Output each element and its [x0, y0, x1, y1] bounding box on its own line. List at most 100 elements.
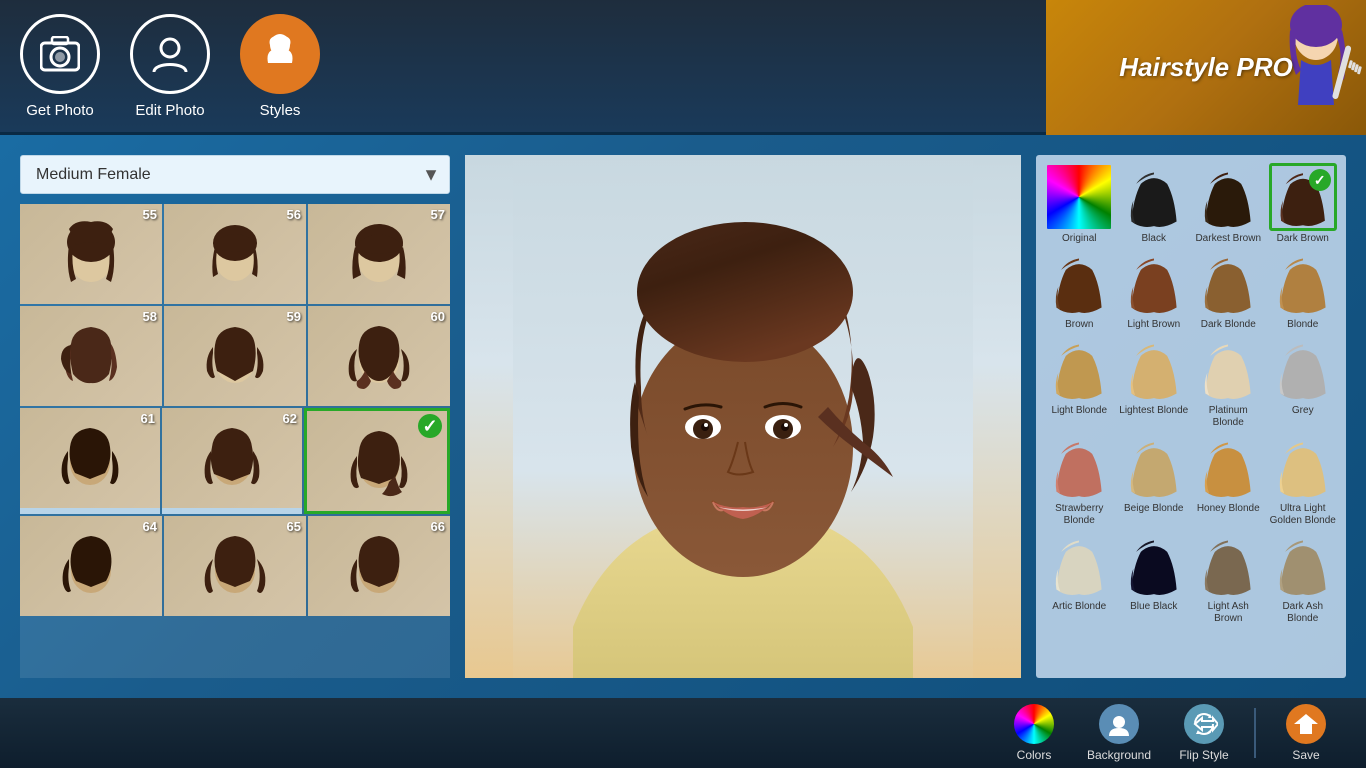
style-cell-57[interactable]: 57: [308, 204, 450, 304]
bottom-action-colors[interactable]: Colors: [994, 704, 1074, 762]
color-item-light-blonde[interactable]: Light Blonde: [1044, 335, 1115, 429]
style-cell-59[interactable]: 59: [164, 306, 306, 406]
color-swatch-original: [1045, 163, 1113, 231]
color-label-brown: Brown: [1065, 319, 1093, 331]
color-swatch-dark-ash-blonde: [1269, 531, 1337, 599]
app-title: Hairstyle PRO: [1119, 52, 1292, 83]
style-cell-62[interactable]: 62: [162, 408, 302, 514]
color-swatch-brown: [1045, 249, 1113, 317]
bottom-action-save[interactable]: Save: [1266, 704, 1346, 762]
style-row-2: 58 59: [20, 306, 450, 406]
color-item-original[interactable]: Original: [1044, 163, 1115, 245]
top-bar: Get Photo Edit Photo Styles: [0, 0, 1366, 135]
color-swatch-beige-blonde: [1120, 433, 1188, 501]
bottom-bar: Colors Background Flip Style: [0, 698, 1366, 768]
color-swatch-dark-blonde: [1194, 249, 1262, 317]
color-label-dark-ash-blonde: Dark Ash Blonde: [1268, 601, 1339, 625]
save-label: Save: [1292, 748, 1319, 762]
color-item-dark-blonde[interactable]: Dark Blonde: [1193, 249, 1264, 331]
style-cell-65[interactable]: 65: [164, 516, 306, 616]
color-item-platinum-blonde[interactable]: Platinum Blonde: [1193, 335, 1264, 429]
get-photo-icon: [20, 14, 100, 94]
color-item-blue-black[interactable]: Blue Black: [1119, 531, 1190, 625]
reset-swatch: [1047, 165, 1111, 229]
color-item-dark-ash-blonde[interactable]: Dark Ash Blonde: [1268, 531, 1339, 625]
color-item-light-brown[interactable]: Light Brown: [1119, 249, 1190, 331]
style-selected-check: ✓: [418, 414, 442, 438]
background-icon: [1099, 704, 1139, 744]
color-swatch-blonde: [1269, 249, 1337, 317]
color-item-beige-blonde[interactable]: Beige Blonde: [1119, 433, 1190, 527]
color-label-grey: Grey: [1292, 405, 1314, 417]
style-cell-63[interactable]: ✓: [304, 408, 450, 514]
color-label-strawberry-blonde: Strawberry Blonde: [1044, 503, 1115, 527]
style-cell-66[interactable]: 66: [308, 516, 450, 616]
color-item-grey[interactable]: Grey: [1268, 335, 1339, 429]
save-icon: [1286, 704, 1326, 744]
color-label-blonde: Blonde: [1287, 319, 1318, 331]
color-swatch-darkest-brown: [1194, 163, 1262, 231]
color-swatch-artic-blonde: [1045, 531, 1113, 599]
color-item-ultra-light-golden-blonde[interactable]: Ultra Light Golden Blonde: [1268, 433, 1339, 527]
edit-photo-label: Edit Photo: [135, 102, 204, 119]
nav-styles[interactable]: Styles: [240, 14, 320, 119]
color-item-dark-brown[interactable]: ✓ Dark Brown: [1268, 163, 1339, 245]
color-swatch-platinum-blonde: [1194, 335, 1262, 403]
color-label-honey-blonde: Honey Blonde: [1197, 503, 1260, 515]
nav-edit-photo[interactable]: Edit Photo: [130, 14, 210, 119]
style-row-1: 55 56: [20, 204, 450, 304]
color-item-lightest-blonde[interactable]: Lightest Blonde: [1119, 335, 1190, 429]
colors-icon: [1014, 704, 1054, 744]
preview-image: [465, 155, 1021, 678]
styles-label: Styles: [260, 102, 301, 119]
color-swatch-light-ash-brown: [1194, 531, 1262, 599]
color-item-honey-blonde[interactable]: Honey Blonde: [1193, 433, 1264, 527]
style-row-3: 61 62: [20, 408, 450, 514]
color-swatch-grey: [1269, 335, 1337, 403]
color-swatch-blue-black: [1120, 531, 1188, 599]
style-grid: 55 56: [20, 204, 450, 678]
background-label: Background: [1087, 748, 1151, 762]
color-label-beige-blonde: Beige Blonde: [1124, 503, 1184, 515]
flip-style-icon: [1184, 704, 1224, 744]
color-label-black: Black: [1142, 233, 1166, 245]
color-item-darkest-brown[interactable]: Darkest Brown: [1193, 163, 1264, 245]
style-cell-61[interactable]: 61: [20, 408, 160, 514]
get-photo-label: Get Photo: [26, 102, 94, 119]
left-panel: Medium Female Short Female Long Female S…: [20, 155, 450, 678]
color-swatch-ultra-light-golden-blonde: [1269, 433, 1337, 501]
color-label-light-brown: Light Brown: [1127, 319, 1180, 331]
bottom-action-background[interactable]: Background: [1079, 704, 1159, 762]
style-cell-55[interactable]: 55: [20, 204, 162, 304]
color-label-original: Original: [1062, 233, 1096, 245]
style-cell-60[interactable]: 60: [308, 306, 450, 406]
bottom-divider: [1254, 708, 1256, 758]
color-swatch-light-brown: [1120, 249, 1188, 317]
style-cell-56[interactable]: 56: [164, 204, 306, 304]
color-item-artic-blonde[interactable]: Artic Blonde: [1044, 531, 1115, 625]
color-swatch-honey-blonde: [1194, 433, 1262, 501]
nav-get-photo[interactable]: Get Photo: [20, 14, 100, 119]
color-item-strawberry-blonde[interactable]: Strawberry Blonde: [1044, 433, 1115, 527]
styles-icon: [240, 14, 320, 94]
style-row-4: 64 65: [20, 516, 450, 616]
color-swatch-black: [1120, 163, 1188, 231]
color-label-light-blonde: Light Blonde: [1051, 405, 1107, 417]
color-grid: Original Black: [1044, 163, 1338, 625]
dark-brown-check: ✓: [1309, 169, 1331, 191]
style-category-select[interactable]: Medium Female Short Female Long Female S…: [20, 155, 450, 194]
style-cell-64[interactable]: 64: [20, 516, 162, 616]
style-cell-58[interactable]: 58: [20, 306, 162, 406]
bottom-action-flip-style[interactable]: Flip Style: [1164, 704, 1244, 762]
color-label-ultra-light-golden-blonde: Ultra Light Golden Blonde: [1268, 503, 1339, 527]
color-item-brown[interactable]: Brown: [1044, 249, 1115, 331]
color-label-darkest-brown: Darkest Brown: [1195, 233, 1261, 245]
color-label-artic-blonde: Artic Blonde: [1052, 601, 1106, 613]
center-panel: [465, 155, 1021, 678]
color-item-blonde[interactable]: Blonde: [1268, 249, 1339, 331]
main-content: Medium Female Short Female Long Female S…: [0, 135, 1366, 698]
nav-items: Get Photo Edit Photo Styles: [20, 14, 320, 119]
color-label-platinum-blonde: Platinum Blonde: [1193, 405, 1264, 429]
color-item-black[interactable]: Black: [1119, 163, 1190, 245]
color-item-light-ash-brown[interactable]: Light Ash Brown: [1193, 531, 1264, 625]
